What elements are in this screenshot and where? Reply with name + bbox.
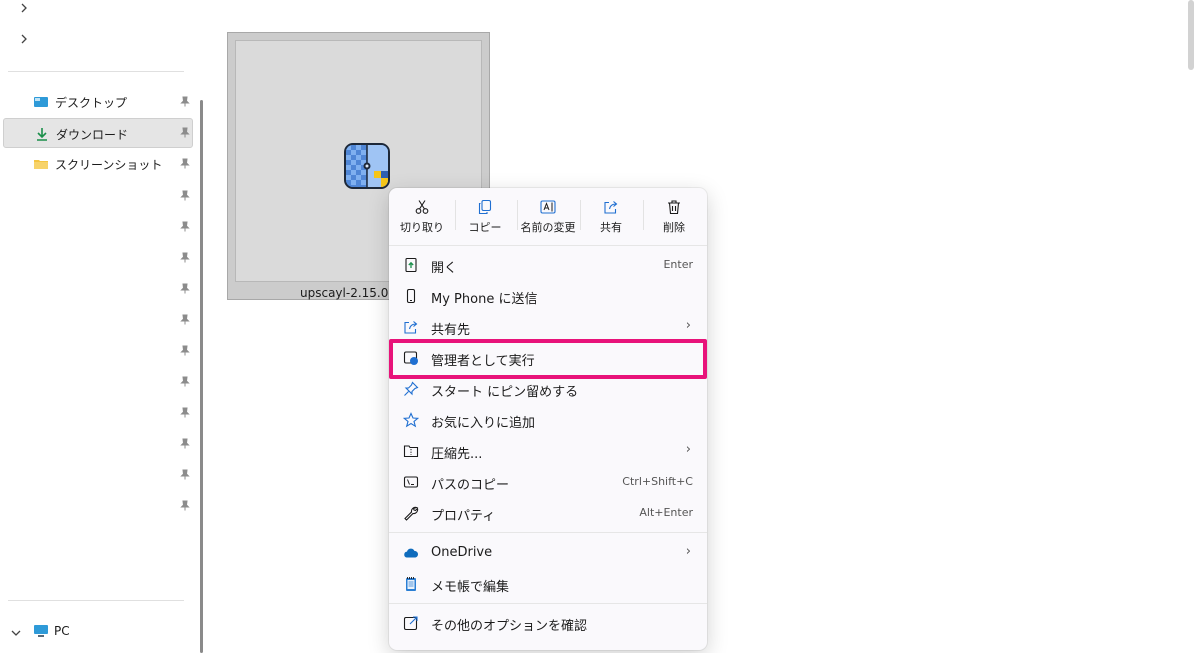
- pin-icon[interactable]: [180, 190, 190, 202]
- menu-item-label: その他のオプションを確認: [431, 619, 588, 634]
- menu-item-copy-path[interactable]: パスのコピー Ctrl+Shift+C: [389, 467, 707, 497]
- menu-separator: [389, 532, 707, 533]
- menu-separator: [389, 603, 707, 604]
- pin-icon[interactable]: [180, 314, 190, 326]
- sidebar-item-label: デスクトップ: [55, 96, 128, 110]
- menu-item-edit-notepad[interactable]: メモ帳で編集: [389, 569, 707, 599]
- phone-icon: [403, 288, 419, 304]
- menu-item-label: 圧縮先...: [431, 447, 483, 462]
- chevron-down-icon[interactable]: [10, 624, 24, 638]
- shortcut-label: Alt+Enter: [639, 506, 693, 519]
- rename-label: 名前の変更: [520, 221, 576, 234]
- share-label: 共有: [600, 221, 622, 234]
- pin-icon[interactable]: [180, 252, 190, 264]
- pin-icon: [403, 381, 419, 397]
- copy-icon: [455, 199, 515, 215]
- chevron-right-icon[interactable]: [18, 33, 32, 47]
- download-icon: [34, 126, 50, 142]
- menu-item-label: プロパティ: [431, 509, 496, 524]
- delete-label: 削除: [663, 221, 685, 234]
- sidebar-divider: [8, 600, 184, 601]
- more-options-icon: [403, 615, 419, 631]
- menu-item-more-options[interactable]: その他のオプションを確認: [389, 608, 707, 638]
- sidebar-item-label: スクリーンショット: [55, 158, 163, 172]
- menu-item-label: OneDrive: [431, 545, 493, 560]
- menu-item-label: お気に入りに追加: [431, 416, 536, 431]
- rename-icon: [518, 199, 578, 215]
- pin-icon[interactable]: [180, 96, 190, 108]
- chevron-right-icon: ›: [685, 544, 691, 559]
- menu-item-open[interactable]: 開く Enter: [389, 250, 707, 280]
- share-icon: [403, 319, 419, 335]
- menu-item-send-to-phone[interactable]: My Phone に送信: [389, 281, 707, 311]
- pin-icon[interactable]: [180, 469, 190, 481]
- open-icon: [403, 257, 419, 273]
- shortcut-label: Enter: [663, 258, 693, 271]
- menu-item-label: パスのコピー: [431, 478, 510, 493]
- shortcut-label: Ctrl+Shift+C: [622, 475, 693, 488]
- menu-item-properties[interactable]: プロパティ Alt+Enter: [389, 498, 707, 528]
- sidebar-divider: [8, 71, 184, 72]
- copy-button[interactable]: コピー: [455, 196, 515, 240]
- sidebar-item-downloads[interactable]: ダウンロード: [3, 118, 193, 148]
- sidebar-item-label: ダウンロード: [56, 128, 129, 142]
- menu-item-label: メモ帳で編集: [431, 580, 510, 595]
- pc-icon: [33, 623, 49, 639]
- path-icon: [403, 474, 419, 490]
- chevron-right-icon: ›: [685, 442, 691, 457]
- pin-icon[interactable]: [180, 127, 190, 139]
- menu-item-label: スタート にピン留めする: [431, 385, 579, 400]
- upscayl-app-icon: [344, 143, 390, 189]
- notepad-icon: [403, 576, 419, 592]
- zip-folder-icon: [403, 443, 419, 459]
- navigation-pane: デスクトップ ダウンロード スクリーンショット PC: [0, 0, 208, 653]
- onedrive-icon: [403, 545, 419, 561]
- menu-item-compress-to[interactable]: 圧縮先... ›: [389, 436, 707, 466]
- content-scrollbar[interactable]: [1188, 0, 1194, 70]
- folder-icon: [33, 156, 49, 172]
- chevron-right-icon[interactable]: [18, 2, 32, 16]
- menu-separator: [389, 245, 707, 246]
- sidebar-item-label: PC: [54, 624, 70, 638]
- pin-icon[interactable]: [180, 438, 190, 450]
- star-icon: [402, 412, 420, 428]
- menu-item-share-to[interactable]: 共有先 ›: [389, 312, 707, 342]
- sidebar-item-pc[interactable]: PC: [10, 620, 70, 642]
- pin-icon[interactable]: [180, 345, 190, 357]
- pin-icon[interactable]: [180, 283, 190, 295]
- menu-item-onedrive[interactable]: OneDrive ›: [389, 538, 707, 568]
- menu-item-label: 開く: [431, 261, 458, 276]
- highlight-box: [389, 339, 707, 379]
- file-explorer-window: デスクトップ ダウンロード スクリーンショット PC upscayl-2.15.…: [0, 0, 1200, 653]
- copy-label: コピー: [468, 221, 502, 234]
- pin-icon[interactable]: [180, 158, 190, 170]
- rename-button[interactable]: 名前の変更: [518, 196, 578, 240]
- sidebar-scrollbar[interactable]: [200, 100, 203, 653]
- wrench-icon: [403, 505, 419, 521]
- sidebar-item-desktop[interactable]: デスクトップ: [3, 87, 193, 117]
- quick-actions-bar: 切り取り コピー 名前の変更 共有 削除: [389, 188, 707, 244]
- pin-icon[interactable]: [180, 221, 190, 233]
- sidebar-item-screenshots[interactable]: スクリーンショット: [3, 149, 193, 179]
- cut-button[interactable]: 切り取り: [392, 196, 452, 240]
- chevron-right-icon: ›: [685, 318, 691, 333]
- menu-item-label: 共有先: [431, 323, 471, 338]
- pin-icon[interactable]: [180, 407, 190, 419]
- desktop-icon: [33, 94, 49, 110]
- context-menu: 切り取り コピー 名前の変更 共有 削除 開く Enter My Phone に…: [389, 188, 707, 650]
- delete-icon: [644, 199, 704, 215]
- share-button[interactable]: 共有: [581, 196, 641, 240]
- pin-icon[interactable]: [180, 500, 190, 512]
- delete-button[interactable]: 削除: [644, 196, 704, 240]
- share-icon: [581, 199, 641, 215]
- cut-icon: [392, 199, 452, 215]
- pin-icon[interactable]: [180, 376, 190, 388]
- menu-item-add-favorites[interactable]: お気に入りに追加: [389, 405, 707, 435]
- menu-item-label: My Phone に送信: [431, 292, 538, 307]
- cut-label: 切り取り: [400, 221, 444, 234]
